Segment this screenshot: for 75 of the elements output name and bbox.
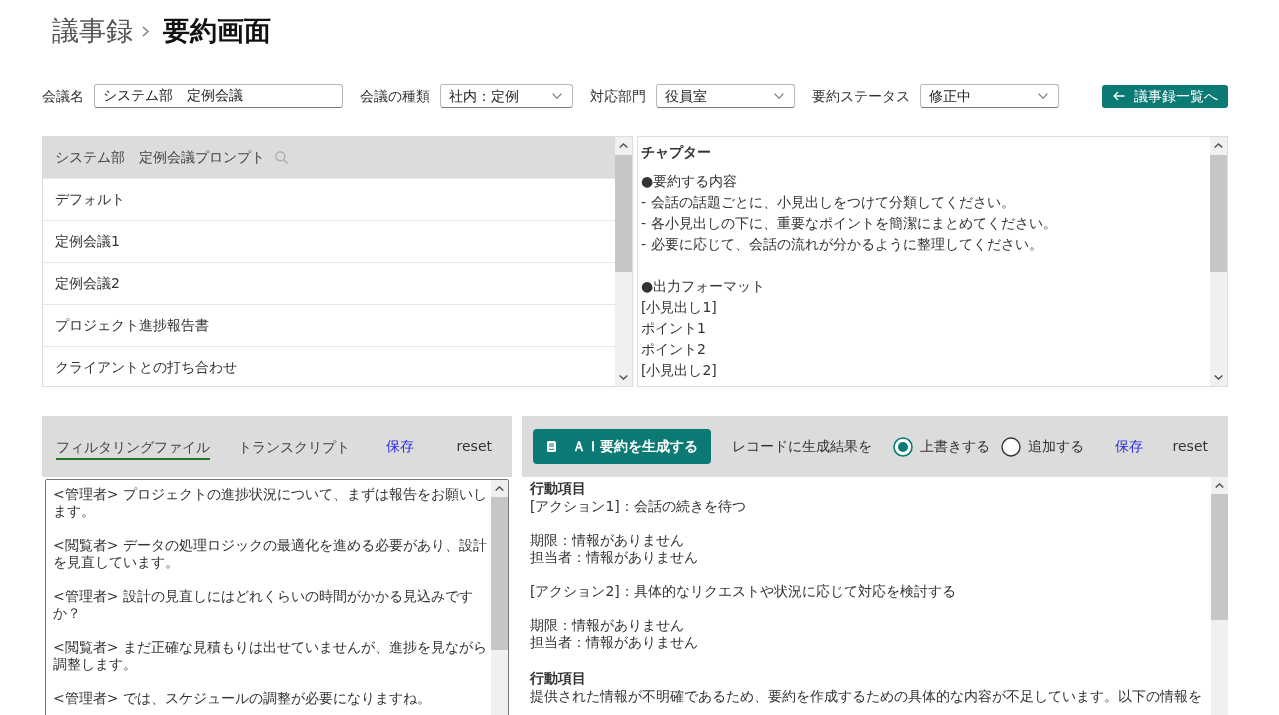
text-line: ポイント1 (641, 319, 707, 338)
chevron-down-icon (1038, 93, 1048, 99)
text-line: 提供された情報が不明確であるため、要約を作成するための具体的な内容が不足しています。以下の情報を (530, 688, 1203, 705)
text-line: [小見出し1] (641, 298, 718, 317)
transcript-entry: <管理者> では、スケジュールの調整が必要になりますね。 (53, 690, 432, 707)
list-item[interactable]: プロジェクト進捗報告書 (43, 304, 615, 346)
text-line: 期限：情報がありません (530, 532, 685, 549)
transcript-entry: <管理者> プロジェクトの進捗状況について、まずは報告をお願いします。 (53, 486, 488, 520)
list-item[interactable]: 定例会議1 (43, 220, 615, 262)
option-label: レコードに生成結果を (732, 438, 872, 455)
list-item[interactable]: デフォルト (43, 178, 615, 220)
text-line: - 会話の話題ごとに、小見出しをつけて分類してください。 (641, 193, 1016, 212)
text-line: [アクション2]：具体的なリクエストや状況に応じて対応を検討する (530, 583, 957, 600)
radio-icon[interactable] (893, 436, 913, 457)
dropdown-select[interactable]: 役員室 (656, 84, 795, 108)
text-line: [アクション1]：会話の続きを待つ (530, 498, 747, 515)
text-line: ●出力フォーマット (641, 277, 767, 296)
list-title: システム部 定例会議プロンプト (55, 149, 265, 166)
section-heading: 行動項目 (530, 479, 587, 498)
chevron-down-icon[interactable] (1214, 375, 1223, 380)
field-label: 会議の種類 (360, 87, 430, 105)
radio-option[interactable]: 上書きする (893, 436, 990, 457)
scrollbar-thumb[interactable] (615, 155, 632, 272)
scrollbar[interactable] (615, 137, 632, 386)
chevron-up-icon[interactable] (495, 486, 504, 491)
page-title: 要約画面 (163, 14, 271, 48)
radio-icon[interactable] (1001, 436, 1021, 457)
chapter-title: チャプター (641, 143, 712, 162)
list-item[interactable]: 定例会議2 (43, 262, 615, 304)
text-line: 担当者：情報がありません (530, 549, 699, 566)
chevron-right-icon (142, 25, 149, 37)
text-line: - 必要に応じて、会話の流れが分かるように整理してください。 (641, 235, 1044, 254)
dropdown-select[interactable]: 社内：定例 (440, 84, 573, 108)
dropdown-select[interactable]: 修正中 (920, 84, 1059, 108)
text-line: 担当者：情報がありません (530, 634, 699, 651)
field-label: 対応部門 (590, 87, 646, 105)
transcript-entry: <閲覧者> データの処理ロジックの最適化を進める必要があり、設計を見直しています。 (53, 537, 488, 571)
reset-link[interactable]: reset (1172, 438, 1208, 455)
radio-option[interactable]: 追加する (1001, 436, 1084, 457)
section-heading: 行動項目 (530, 669, 587, 688)
arrow-left-icon (1112, 91, 1125, 101)
tab[interactable]: トランスクリプト (238, 433, 350, 460)
text-line: ●要約する内容 (641, 172, 739, 191)
text-line: [小見出し2] (641, 361, 718, 380)
generate-summary-button[interactable]: ＡＩ要約を生成する (533, 429, 711, 464)
chevron-down-icon[interactable] (619, 375, 628, 380)
transcript-entry: <閲覧者> まだ正確な見積もりは出せていませんが、進捗を見ながら調整します。 (53, 639, 488, 673)
back-button[interactable]: 議事録一覧へ (1102, 84, 1228, 108)
text-line: 期限：情報がありません (530, 617, 685, 634)
scrollbar-thumb[interactable] (1210, 155, 1227, 272)
chevron-down-icon (774, 93, 784, 99)
transcript-entry: <管理者> 設計の見直しにはどれくらいの時間がかかる見込みですか？ (53, 588, 474, 622)
chevron-down-icon (552, 93, 562, 99)
reset-link[interactable]: reset (456, 438, 492, 455)
chevron-up-icon[interactable] (1215, 483, 1224, 488)
scrollbar[interactable] (491, 480, 508, 715)
search-icon[interactable] (275, 151, 288, 164)
list-item[interactable]: クライアントとの打ち合わせ (43, 346, 615, 386)
scrollbar[interactable] (1211, 477, 1228, 715)
breadcrumb-link[interactable]: 議事録 (52, 14, 133, 48)
field-label: 会議名 (42, 87, 84, 105)
field-label: 要約ステータス (812, 87, 910, 105)
scrollbar[interactable] (1210, 137, 1227, 386)
chevron-up-icon[interactable] (619, 143, 628, 148)
scrollbar-thumb[interactable] (491, 497, 508, 650)
scrollbar-thumb[interactable] (1211, 494, 1228, 620)
tab[interactable]: フィルタリングファイル (56, 433, 210, 460)
text-input[interactable]: システム部 定例会議 (94, 84, 343, 108)
text-line: - 各小見出しの下に、重要なポイントを簡潔にまとめてください。 (641, 214, 1058, 233)
save-link[interactable]: 保存 (386, 438, 414, 455)
book-icon (546, 441, 556, 452)
text-line: ポイント2 (641, 340, 707, 359)
transcript-textarea[interactable]: <管理者> プロジェクトの進捗状況について、まずは報告をお願いします。 <閲覧者> データの処理ロジックの最適化を進める必要があり、設計を見直しています。 <管理者> 設計の見直しにはどれくらいの時間がかかる見込みですか？ <閲覧者> まだ正確な見積もりは出せていませんが、進捗を見ながら調整します。 <管理者> では、スケジュールの調整が必要になりますね。 (45, 479, 509, 715)
save-link[interactable]: 保存 (1115, 438, 1143, 455)
chevron-up-icon[interactable] (1214, 143, 1223, 148)
